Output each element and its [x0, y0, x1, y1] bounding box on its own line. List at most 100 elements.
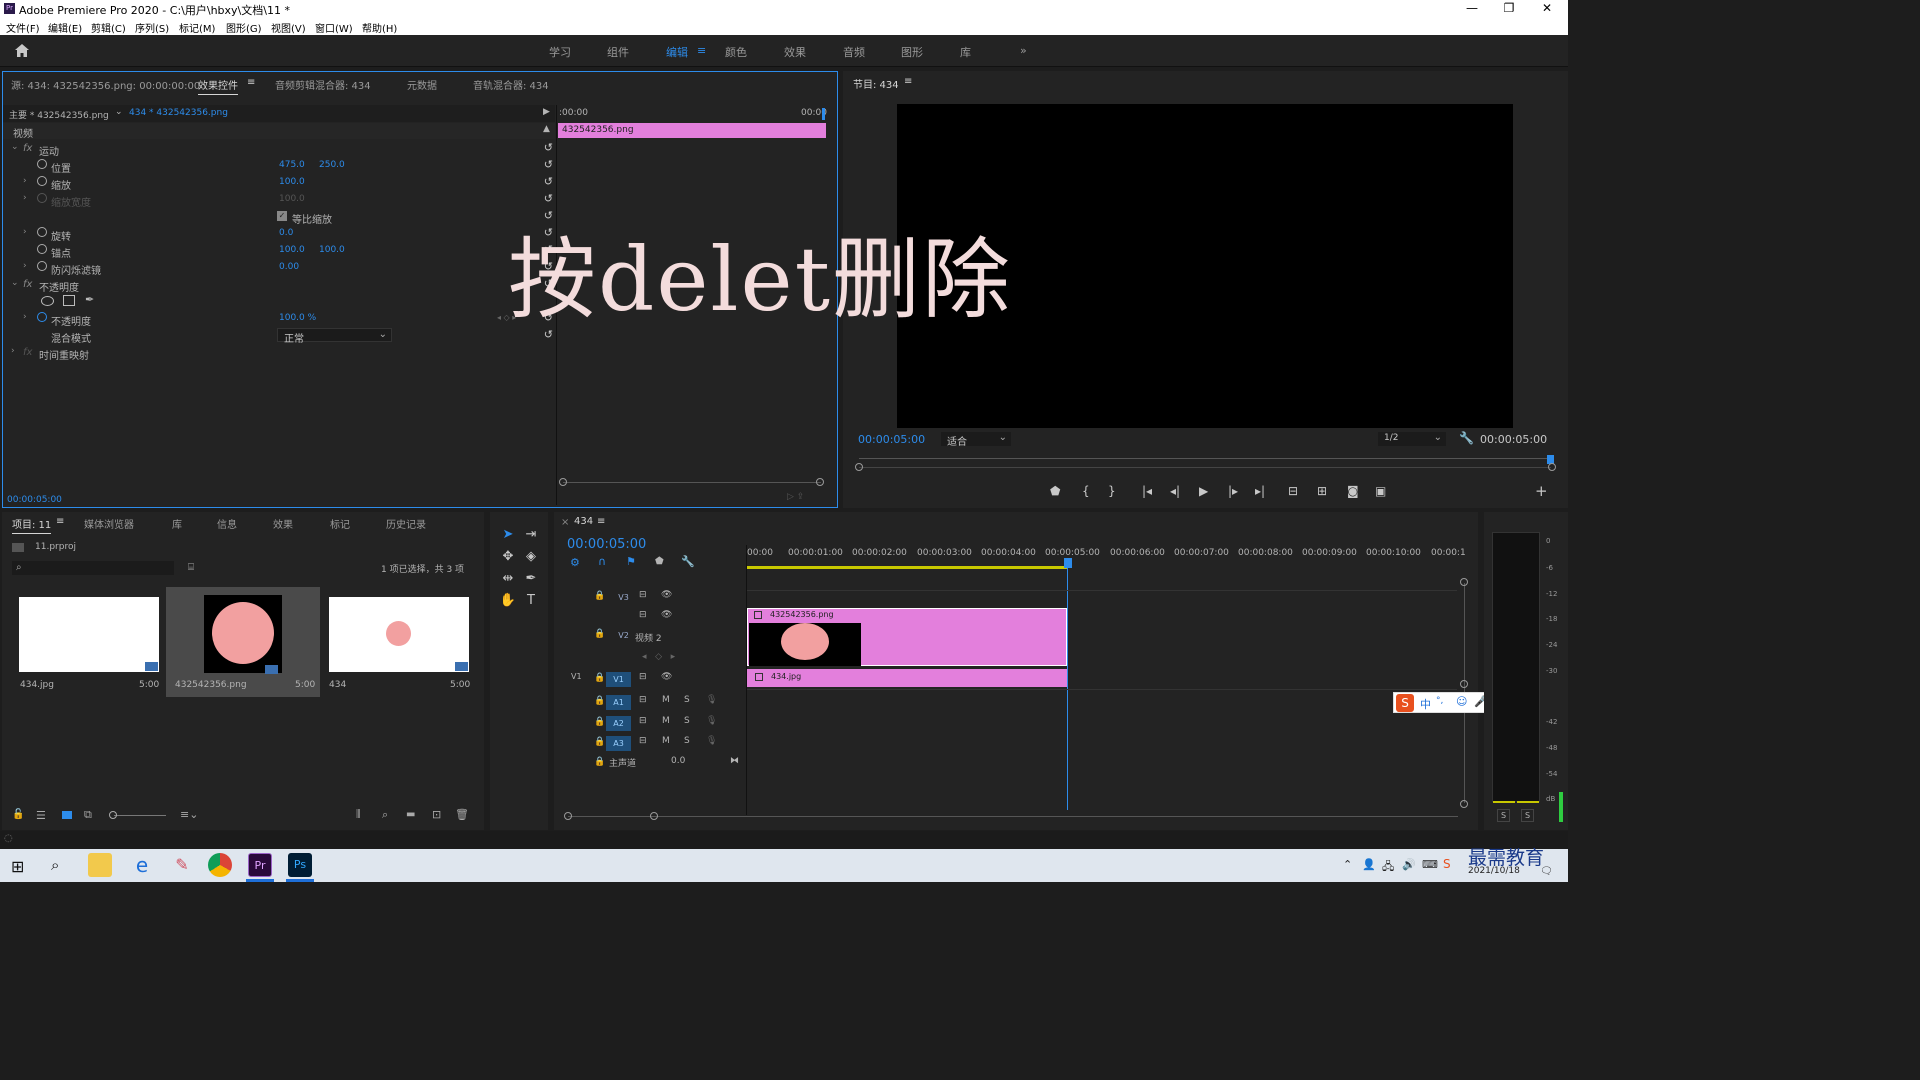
master-clip-label[interactable]: 主要 * 432542356.png: [9, 108, 109, 121]
mini-playhead[interactable]: [822, 108, 825, 120]
network-icon[interactable]: 🖧: [1382, 858, 1394, 877]
new-item-icon[interactable]: ⊡: [432, 808, 441, 821]
effect-opacity-row[interactable]: ⌄ fx 不透明度 ↺: [7, 276, 557, 294]
sogou-tray-icon[interactable]: S: [1443, 857, 1451, 871]
tab-metadata[interactable]: 元数据: [407, 77, 437, 92]
ime-mode-label[interactable]: 中: [1420, 696, 1431, 712]
extract-icon[interactable]: ⊞: [1317, 484, 1327, 498]
master-volume-value[interactable]: 0.0: [671, 756, 685, 766]
paint-icon[interactable]: ✎: [170, 853, 194, 877]
collapse-chevron-icon[interactable]: ⌄: [11, 278, 19, 288]
tab-markers[interactable]: 标记: [330, 516, 350, 531]
lock-icon[interactable]: 🔒: [594, 757, 605, 767]
tab-audio-track-mixer[interactable]: 音轨混合器: 434: [473, 77, 549, 92]
menu-sequence[interactable]: 序列(S): [135, 20, 169, 35]
rotation-value[interactable]: 0.0: [279, 228, 293, 238]
lock-icon[interactable]: 🔒: [594, 629, 605, 639]
ellipse-mask-icon[interactable]: [41, 296, 54, 306]
pen-mask-icon[interactable]: ✒: [85, 293, 94, 306]
panel-menu-icon[interactable]: ≡: [247, 77, 255, 88]
eye-icon[interactable]: 👁: [661, 672, 672, 682]
resolution-select[interactable]: 1/2 ⌄: [1378, 432, 1446, 446]
thumbnail-434jpg[interactable]: [19, 597, 159, 672]
reset-icon[interactable]: ↺: [544, 192, 553, 205]
tab-info[interactable]: 信息: [217, 516, 237, 531]
mini-clip-bar[interactable]: 432542356.png: [558, 123, 826, 138]
scroll-handle-right[interactable]: [816, 478, 824, 486]
collapse-chevron-icon[interactable]: ⌄: [11, 142, 19, 152]
zoom-handle-left[interactable]: [855, 463, 863, 471]
stopwatch-icon[interactable]: [37, 227, 47, 237]
button-editor-plus-icon[interactable]: +: [1535, 482, 1548, 500]
program-playhead-timecode[interactable]: 00:00:05:00: [858, 433, 925, 446]
zoom-scroll-bar[interactable]: [859, 467, 1551, 468]
add-marker-icon[interactable]: ⬟: [1050, 484, 1060, 498]
workspace-color[interactable]: 颜色: [725, 44, 747, 60]
workspace-learn[interactable]: 学习: [549, 44, 571, 60]
menu-view[interactable]: 视图(V): [271, 20, 306, 35]
add-marker-icon[interactable]: ⬟: [655, 556, 664, 567]
nest-icon[interactable]: ⚙: [570, 556, 580, 569]
reset-icon[interactable]: ↺: [544, 141, 553, 154]
sync-lock-icon[interactable]: ⊟: [639, 736, 647, 746]
emoji-icon[interactable]: ☺: [1456, 695, 1467, 708]
solo-right-button[interactable]: S: [1521, 809, 1535, 822]
microphone-icon[interactable]: 🎙: [706, 716, 717, 726]
new-search-bin-icon[interactable]: ⌸: [188, 562, 194, 573]
time-remap-row[interactable]: › fx 时间重映射: [7, 344, 557, 362]
workspace-libraries[interactable]: 库: [960, 44, 971, 60]
premiere-taskbar-icon[interactable]: Pr: [248, 853, 272, 877]
home-icon[interactable]: [14, 43, 30, 61]
hscroll-handle-right[interactable]: [650, 812, 658, 820]
hscroll-handle-left[interactable]: [564, 812, 572, 820]
sort-icon[interactable]: ≡⌄: [180, 808, 198, 821]
expand-chevron-icon[interactable]: ›: [23, 227, 27, 237]
solo-left-button[interactable]: S: [1497, 809, 1511, 822]
panel-menu-icon[interactable]: ≡: [597, 516, 605, 527]
wrench-icon[interactable]: 🔧: [1459, 431, 1474, 445]
position-x-value[interactable]: 475.0: [279, 160, 305, 170]
snap-icon[interactable]: ∩: [598, 555, 606, 568]
vscroll-handle-mid[interactable]: [1460, 680, 1468, 688]
new-bin-icon[interactable]: ▬: [406, 809, 415, 820]
clip-v2[interactable]: 432542356.png: [747, 608, 1067, 666]
reset-icon[interactable]: ↺: [544, 175, 553, 188]
comparison-view-icon[interactable]: ▣: [1375, 484, 1386, 498]
notification-icon[interactable]: 🗨: [1540, 866, 1553, 877]
scale-value[interactable]: 100.0: [279, 177, 305, 187]
position-y-value[interactable]: 250.0: [319, 160, 345, 170]
minimize-button[interactable]: —: [1454, 0, 1490, 18]
close-button[interactable]: ✕: [1529, 0, 1565, 18]
zoom-slider-handle[interactable]: [109, 811, 117, 819]
clip-v1[interactable]: 434.jpg: [747, 669, 1067, 687]
chrome-icon[interactable]: [208, 853, 232, 877]
rectangle-mask-icon[interactable]: [63, 295, 75, 306]
photoshop-taskbar-icon[interactable]: Ps: [288, 853, 312, 877]
workspace-effects[interactable]: 效果: [784, 44, 806, 60]
windows-start-icon[interactable]: ⊞: [11, 857, 24, 876]
menu-window[interactable]: 窗口(W): [315, 20, 353, 35]
freeform-view-icon[interactable]: ⧉: [84, 808, 92, 822]
stopwatch-icon[interactable]: [37, 159, 47, 169]
mute-button[interactable]: M: [662, 716, 670, 726]
pen-tool-icon[interactable]: ✒: [521, 569, 541, 589]
automate-sequence-icon[interactable]: ⫼: [356, 809, 361, 820]
step-forward-icon[interactable]: |▸: [1228, 484, 1238, 498]
menu-edit[interactable]: 编辑(E): [48, 20, 82, 35]
panel-menu-icon[interactable]: ≡: [56, 516, 64, 527]
fx-icon[interactable]: fx: [23, 143, 32, 154]
workspace-editing[interactable]: 编辑: [666, 44, 688, 60]
thumbnail-434-sequence[interactable]: [329, 597, 469, 672]
stopwatch-icon[interactable]: [37, 176, 47, 186]
menu-clip[interactable]: 剪辑(C): [91, 20, 126, 35]
keyframe-nav-icon[interactable]: ◂ ◇ ▸: [642, 652, 675, 662]
list-view-icon[interactable]: ☰: [36, 809, 46, 822]
lock-icon[interactable]: 🔒: [594, 673, 605, 683]
tab-project[interactable]: 项目: 11: [12, 516, 52, 534]
panel-menu-icon[interactable]: ≡: [904, 76, 912, 87]
clip-dropdown-chevron-icon[interactable]: ⌄: [115, 107, 123, 117]
export-frame-icon[interactable]: ▷ ⇪: [787, 492, 804, 502]
mute-button[interactable]: M: [662, 736, 670, 746]
camera-icon[interactable]: ◙: [1347, 484, 1359, 498]
menu-file[interactable]: 文件(F): [6, 20, 40, 35]
